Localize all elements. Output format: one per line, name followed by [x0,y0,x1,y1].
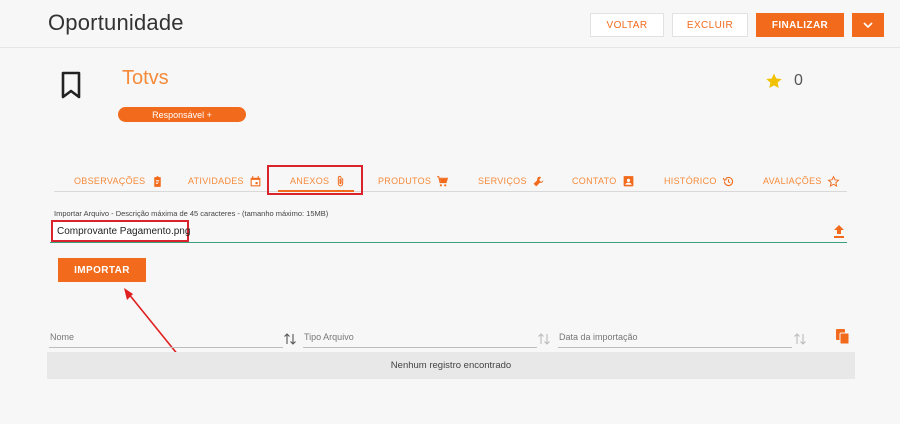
tab-label: AVALIAÇÕES [763,176,822,186]
tab-label: ATIVIDADES [188,176,244,186]
file-name-highlight: Comprovante Pagamento.png [51,220,190,242]
responsible-button[interactable]: Responsável + [118,107,246,122]
star-outline-icon [827,174,840,187]
chevron-down-icon [863,22,873,28]
sort-icon[interactable] [537,332,551,346]
history-icon [722,176,733,186]
star-icon[interactable] [765,72,783,90]
tab-label: OBSERVAÇÕES [74,176,146,186]
column-header-nome[interactable]: Nome [49,330,283,348]
sort-icon[interactable] [283,332,297,346]
top-bar: Oportunidade VOLTAR EXCLUIR FINALIZAR [0,0,900,48]
page-title: Oportunidade [48,10,184,35]
column-header-tipo-arquivo[interactable]: Tipo Arquivo [303,330,537,348]
copy-icon[interactable] [836,329,850,345]
tab-historico[interactable]: HISTÓRICO [664,172,735,190]
calendar-icon [250,175,261,186]
more-options-button[interactable] [852,13,884,37]
tab-atividades[interactable]: ATIVIDADES [188,172,262,190]
active-tab-indicator [278,190,354,192]
bookmark-icon[interactable] [60,71,82,99]
file-name-value[interactable]: Comprovante Pagamento.png [57,226,190,237]
opportunity-name: Totvs [122,67,169,89]
sort-icon[interactable] [793,332,807,346]
wrench-icon [533,176,544,186]
clipboard-icon [153,175,161,187]
empty-table-row: Nenhum registro encontrado [47,352,855,379]
cart-icon [437,175,449,186]
import-file-field[interactable]: Comprovante Pagamento.png [50,220,847,243]
tab-label: HISTÓRICO [664,176,717,186]
contact-card-icon [623,175,633,186]
column-header-data-importacao[interactable]: Data da importação [558,330,792,348]
column-label: Nome [50,332,75,342]
tab-label: PRODUTOS [378,176,432,186]
tab-bar: OBSERVAÇÕES ATIVIDADES ANEXOS PRODUTOS S… [54,165,847,195]
tab-produtos[interactable]: PRODUTOS [378,172,449,190]
back-button[interactable]: VOLTAR [590,13,664,37]
tab-avaliacoes[interactable]: AVALIAÇÕES [763,172,840,190]
tab-servicos[interactable]: SERVIÇOS [478,172,545,190]
upload-icon[interactable] [833,225,845,238]
tab-contato[interactable]: CONTATO [572,172,635,190]
tab-label: CONTATO [572,176,617,186]
import-button[interactable]: IMPORTAR [58,258,146,282]
tab-label: SERVIÇOS [478,176,527,186]
import-field-label: Importar Arquivo - Descrição máxima de 4… [54,209,329,218]
tab-observacoes[interactable]: OBSERVAÇÕES [74,172,164,190]
rating-value: 0 [794,72,803,89]
finish-button[interactable]: FINALIZAR [756,13,844,37]
column-label: Data da importação [559,332,638,342]
delete-button[interactable]: EXCLUIR [672,13,748,37]
column-label: Tipo Arquivo [304,332,354,342]
